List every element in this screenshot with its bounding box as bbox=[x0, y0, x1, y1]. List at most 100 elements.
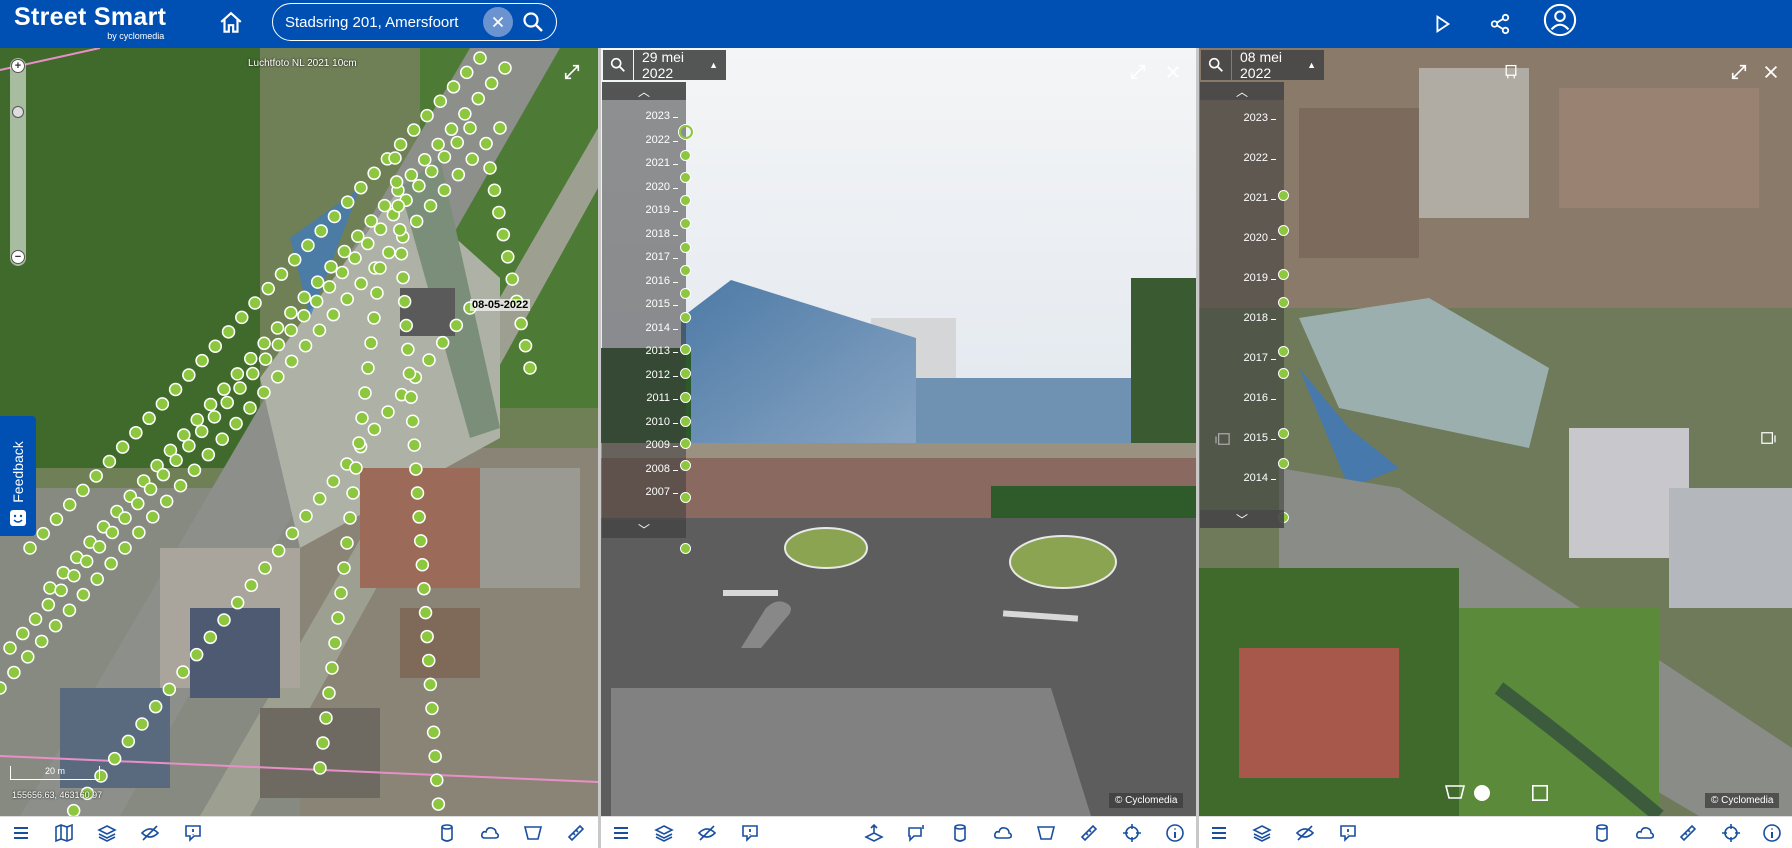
recording-dot[interactable] bbox=[680, 438, 691, 449]
year-label[interactable]: 2009 bbox=[632, 439, 670, 451]
year-label[interactable]: 2021 bbox=[632, 157, 670, 169]
report-icon[interactable] bbox=[739, 822, 761, 844]
info-icon[interactable] bbox=[1761, 822, 1783, 844]
recording-dot[interactable] bbox=[680, 265, 691, 276]
year-label[interactable]: 2018 bbox=[1230, 312, 1268, 324]
area-icon[interactable] bbox=[1443, 782, 1467, 802]
recording-dot[interactable] bbox=[1278, 428, 1289, 439]
recording-dot[interactable] bbox=[680, 392, 691, 403]
year-label[interactable]: 2021 bbox=[1230, 192, 1268, 204]
user-icon[interactable] bbox=[1542, 2, 1578, 38]
year-label[interactable]: 2020 bbox=[1230, 232, 1268, 244]
report-icon[interactable] bbox=[1337, 822, 1359, 844]
ruler-icon[interactable] bbox=[1078, 822, 1100, 844]
expand-icon[interactable] bbox=[1727, 60, 1751, 84]
recording-date-select[interactable]: 08 mei 2022 ▲ bbox=[1232, 49, 1324, 81]
visibility-icon[interactable] bbox=[139, 822, 161, 844]
recording-dot[interactable] bbox=[680, 368, 691, 379]
year-timeline[interactable]: 2023 2022 2021 2020 2019 2018 2017 2016 2015 2014 bbox=[1200, 100, 1289, 523]
level-icon[interactable] bbox=[863, 822, 885, 844]
prev-view-icon[interactable] bbox=[1213, 430, 1233, 448]
cloud-icon[interactable] bbox=[1634, 822, 1656, 844]
menu-icon[interactable] bbox=[610, 822, 632, 844]
area-icon[interactable] bbox=[1035, 822, 1057, 844]
search-input[interactable]: Stadsring 201, Amersfoort bbox=[285, 14, 458, 31]
recording-date-select[interactable]: 29 mei 2022 ▲ bbox=[634, 49, 726, 81]
year-label[interactable]: 2008 bbox=[632, 463, 670, 475]
ruler-icon[interactable] bbox=[1677, 822, 1699, 844]
recording-dot[interactable] bbox=[680, 172, 691, 183]
clear-icon[interactable] bbox=[483, 7, 513, 37]
address-search[interactable]: Stadsring 201, Amersfoort bbox=[272, 3, 557, 41]
recording-dot[interactable] bbox=[680, 344, 691, 355]
recording-dot[interactable] bbox=[680, 460, 691, 471]
recording-dot[interactable] bbox=[1278, 458, 1289, 469]
recording-dot[interactable] bbox=[1278, 346, 1289, 357]
crosshair-icon[interactable] bbox=[1121, 822, 1143, 844]
year-label[interactable]: 2011 bbox=[632, 392, 670, 404]
year-label[interactable]: 2019 bbox=[1230, 272, 1268, 284]
recording-dot[interactable] bbox=[680, 492, 691, 503]
recording-dot[interactable] bbox=[680, 312, 691, 323]
year-label[interactable]: 2023 bbox=[1230, 112, 1268, 124]
recording-dot[interactable] bbox=[680, 288, 691, 299]
year-label[interactable]: 2022 bbox=[1230, 152, 1268, 164]
year-label[interactable]: 2019 bbox=[632, 204, 670, 216]
recording-dot[interactable] bbox=[1278, 368, 1289, 379]
year-label[interactable]: 2015 bbox=[632, 298, 670, 310]
zoom-date-icon[interactable] bbox=[1201, 50, 1231, 80]
home-icon[interactable] bbox=[218, 10, 244, 36]
cylinder-icon[interactable] bbox=[436, 822, 458, 844]
aerial-map[interactable]: Luchtfoto NL 2021 10cm 08-05-2022 + − Fe… bbox=[0, 48, 598, 816]
year-label[interactable]: 2007 bbox=[632, 486, 670, 498]
brand-logo[interactable]: Street Smart by cyclomedia bbox=[14, 4, 166, 41]
recording-dot[interactable] bbox=[679, 125, 693, 139]
play-icon[interactable] bbox=[1426, 8, 1458, 40]
point-icon[interactable] bbox=[1471, 782, 1493, 804]
annotation-icon[interactable] bbox=[906, 822, 928, 844]
cloud-icon[interactable] bbox=[479, 822, 501, 844]
report-icon[interactable] bbox=[182, 822, 204, 844]
share-icon[interactable] bbox=[1484, 8, 1516, 40]
year-label[interactable]: 2018 bbox=[632, 228, 670, 240]
visibility-icon[interactable] bbox=[696, 822, 718, 844]
year-label[interactable]: 2020 bbox=[632, 181, 670, 193]
close-icon[interactable] bbox=[1161, 60, 1185, 84]
recording-dot[interactable] bbox=[680, 218, 691, 229]
oblique-view[interactable]: 08 mei 2022 ▲ ︿ 2023 2022 2021 2020 2019 2018… bbox=[1199, 48, 1792, 816]
expand-icon[interactable] bbox=[560, 60, 584, 84]
year-label[interactable]: 2015 bbox=[1230, 432, 1268, 444]
recording-dot[interactable] bbox=[680, 150, 691, 161]
year-label[interactable]: 2010 bbox=[632, 416, 670, 428]
year-label[interactable]: 2017 bbox=[632, 251, 670, 263]
map-icon[interactable] bbox=[53, 822, 75, 844]
layers-icon[interactable] bbox=[96, 822, 118, 844]
cylinder-icon[interactable] bbox=[1591, 822, 1613, 844]
recording-dot[interactable] bbox=[1278, 297, 1289, 308]
recording-dot[interactable] bbox=[680, 416, 691, 427]
cylinder-icon[interactable] bbox=[949, 822, 971, 844]
info-icon[interactable] bbox=[1164, 822, 1186, 844]
recording-dot[interactable] bbox=[680, 543, 691, 554]
ruler-icon[interactable] bbox=[565, 822, 587, 844]
year-label[interactable]: 2013 bbox=[632, 345, 670, 357]
zoom-in-button[interactable]: + bbox=[11, 59, 25, 73]
search-icon[interactable] bbox=[521, 10, 545, 34]
viewer-icon[interactable] bbox=[1501, 62, 1521, 82]
year-scroll-up-button[interactable]: ︿ bbox=[602, 82, 686, 100]
year-label[interactable]: 2014 bbox=[632, 322, 670, 334]
year-label[interactable]: 2014 bbox=[1230, 472, 1268, 484]
year-scroll-up-button[interactable]: ︿ bbox=[1200, 82, 1284, 100]
year-label[interactable]: 2017 bbox=[1230, 352, 1268, 364]
cloud-icon[interactable] bbox=[992, 822, 1014, 844]
recording-dot[interactable] bbox=[1278, 225, 1289, 236]
recording-dot[interactable] bbox=[1278, 190, 1289, 201]
menu-icon[interactable] bbox=[10, 822, 32, 844]
feedback-tab[interactable]: Feedback bbox=[0, 416, 36, 536]
year-timeline[interactable]: 2023 2022 2021 2020 2019 2018 2017 2016 2015 2014… bbox=[602, 100, 693, 554]
zoom-date-icon[interactable] bbox=[603, 50, 633, 80]
layers-icon[interactable] bbox=[653, 822, 675, 844]
year-scroll-down-button[interactable]: ﹀ bbox=[1200, 510, 1284, 528]
area-icon[interactable] bbox=[522, 822, 544, 844]
crosshair-icon[interactable] bbox=[1720, 822, 1742, 844]
